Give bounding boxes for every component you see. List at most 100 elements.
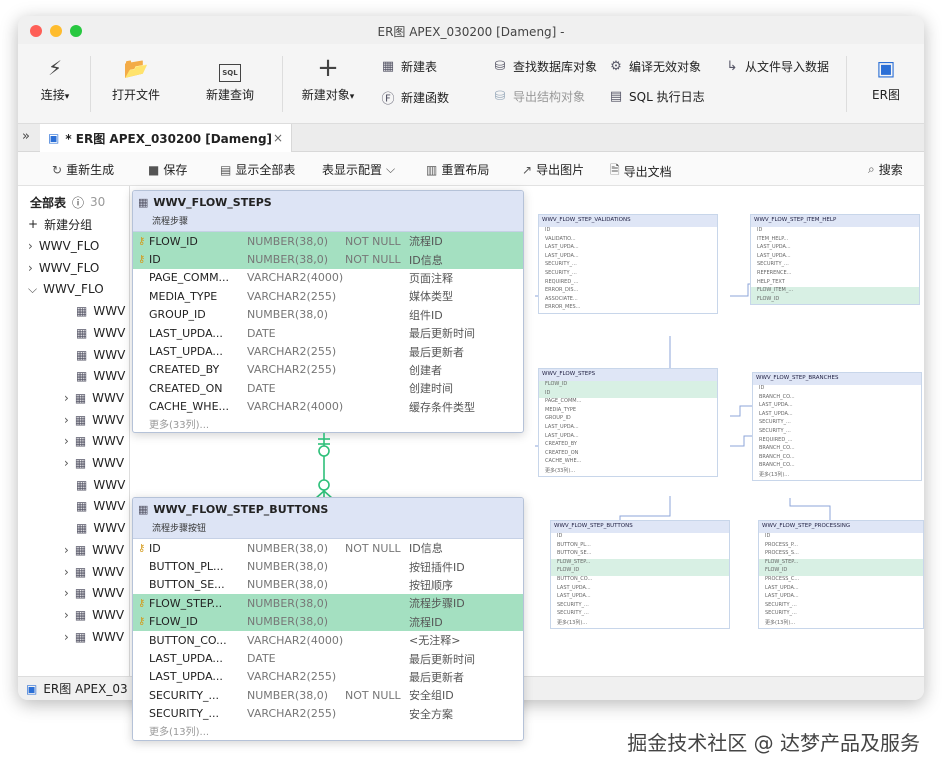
column-row[interactable]: LAST_UPDA... VARCHAR2(255) 最后更新者 xyxy=(133,668,523,686)
tables-icon: ▤ xyxy=(220,162,232,177)
sidebar-table-item[interactable]: › ▦ WWV xyxy=(64,583,124,603)
relation-connector xyxy=(314,433,334,499)
column-row[interactable]: LAST_UPDA... DATE 最后更新时间 xyxy=(133,649,523,667)
column-row[interactable]: ⚷ ID NUMBER(38,0) NOT NULL ID信息 xyxy=(133,250,523,269)
column-row[interactable]: BUTTON_PL... NUMBER(38,0) 按钮插件ID xyxy=(133,557,523,575)
column-row[interactable]: ⚷ FLOW_STEP... NUMBER(38,0) 流程步骤ID xyxy=(133,594,523,613)
expand-panel-icon[interactable]: » xyxy=(22,129,30,144)
mini-column-row: SECURITY_... xyxy=(545,261,577,268)
er-diagram-button[interactable]: ▣ ER图 xyxy=(864,56,908,103)
sidebar-table-item[interactable]: ▦ WWV xyxy=(64,366,125,386)
tab-label: * ER图 APEX_030200 [Dameng] xyxy=(65,131,273,146)
sidebar-table-item[interactable]: › ▦ WWV xyxy=(64,605,124,625)
chevron-down-icon: ⌵ xyxy=(28,281,38,296)
sidebar-table-item[interactable]: › ▦ WWV xyxy=(64,627,124,647)
column-row[interactable]: LAST_UPDA... DATE 最后更新时间 xyxy=(133,324,523,342)
column-row[interactable]: CACHE_WHE... VARCHAR2(4000) 缓存条件类型 xyxy=(133,398,523,416)
sidebar-table-item[interactable]: ▦ WWV xyxy=(64,475,125,495)
key-icon: ⚷ xyxy=(138,235,146,247)
mini-column-row: 更多(33列)... xyxy=(545,467,576,474)
column-row[interactable]: PAGE_COMM... VARCHAR2(4000) 页面注释 xyxy=(133,269,523,287)
mini-column-row: ID xyxy=(757,227,763,233)
mini-table-card[interactable]: WWV_FLOW_STEP_BUTTONS ID BUTTON_PL... BUTTO… xyxy=(550,520,730,629)
mini-column-row: GROUP_ID xyxy=(545,415,571,422)
sidebar-group[interactable]: › WWV_FLO xyxy=(28,258,99,278)
table-card-flow-step-buttons[interactable]: ▦ WWV_FLOW_STEP_BUTTONS 流程步骤按钮 ⚷ ID NUMBER(… xyxy=(132,497,524,741)
title-bar: ER图 APEX_030200 [Dameng] - xyxy=(18,16,924,44)
table-icon: ▦ xyxy=(74,586,87,601)
column-name: SECURITY_... xyxy=(149,688,219,702)
sidebar-table-item[interactable]: › ▦ WWV xyxy=(64,453,124,473)
sidebar-table-item[interactable]: › ▦ WWV xyxy=(64,388,124,408)
column-row[interactable]: ⚷ FLOW_ID NUMBER(38,0) 流程ID xyxy=(133,612,523,631)
open-file-button[interactable]: 📂 打开文件 xyxy=(108,56,164,103)
table-card-flow-steps[interactable]: ▦ WWV_FLOW_STEPS 流程步骤 ⚷ FLOW_ID NUMBER(38,0… xyxy=(132,190,524,433)
column-type: NUMBER(38,0) xyxy=(247,308,328,322)
export-image-icon: ↗ xyxy=(522,162,533,177)
column-row[interactable]: SECURITY_... NUMBER(38,0) NOT NULL 安全组ID xyxy=(133,686,523,704)
export-image-button[interactable]: ↗ 导出图片 xyxy=(522,161,584,178)
column-row[interactable]: SECURITY_... VARCHAR2(255) 安全方案 xyxy=(133,705,523,723)
close-tab-icon[interactable]: × xyxy=(273,131,283,145)
search-button[interactable]: ⌕ 搜索 xyxy=(868,161,903,178)
sidebar-table-item[interactable]: ▦ WWV xyxy=(64,323,125,343)
column-type: VARCHAR2(255) xyxy=(247,670,337,684)
mini-column-row: SECURITY_... xyxy=(759,419,791,426)
save-button[interactable]: ■ 保存 xyxy=(148,161,187,178)
new-function-button[interactable]: Ⓕ 新建函数 xyxy=(380,88,449,107)
new-table-button[interactable]: ▦ 新建表 xyxy=(380,58,437,75)
column-row[interactable]: ⚷ FLOW_ID NUMBER(38,0) NOT NULL 流程ID xyxy=(133,232,523,251)
column-row[interactable]: BUTTON_SE... NUMBER(38,0) 按钮顺序 xyxy=(133,576,523,594)
column-row[interactable]: CREATED_ON DATE 创建时间 xyxy=(133,379,523,397)
connect-button[interactable]: ⚡ 连接▾ xyxy=(32,56,78,103)
database-search-icon: ⛁ xyxy=(494,59,506,74)
relayout-button[interactable]: ▥ 重置布局 xyxy=(426,161,489,178)
column-comment: 按钮顺序 xyxy=(409,578,453,592)
compile-invalid-button[interactable]: ⚙ 编译无效对象 xyxy=(608,58,701,75)
sidebar-table-item[interactable]: ▦ WWV xyxy=(64,518,125,538)
sidebar-table-item[interactable]: ▦ WWV xyxy=(64,496,125,516)
column-type: NUMBER(38,0) xyxy=(247,688,328,702)
column-row[interactable]: GROUP_ID NUMBER(38,0) 组件ID xyxy=(133,306,523,324)
more-columns-link[interactable]: 更多(13列)... xyxy=(133,723,523,739)
tab-er-diagram[interactable]: ▣ * ER图 APEX_030200 [Dameng] × xyxy=(40,124,292,152)
column-null: NOT NULL xyxy=(345,234,401,248)
column-comment: <无注释> xyxy=(409,634,461,648)
mini-column-row: 更多(13列)... xyxy=(765,619,796,626)
mini-table-card[interactable]: WWV_FLOW_STEP_VALIDATIONS ID VALIDATIO... L… xyxy=(538,214,718,314)
new-group-button[interactable]: + 新建分组 xyxy=(28,214,92,234)
sidebar-table-item[interactable]: › ▦ WWV xyxy=(64,410,124,430)
sidebar-table-item[interactable]: ▦ WWV xyxy=(64,301,125,321)
chevron-right-icon: › xyxy=(64,607,69,622)
sidebar-group[interactable]: › WWV_FLO xyxy=(28,236,99,256)
function-icon: Ⓕ xyxy=(381,92,395,107)
sidebar-table-item[interactable]: › ▦ WWV xyxy=(64,562,124,582)
sidebar-table-item[interactable]: › ▦ WWV xyxy=(64,540,124,560)
sql-log-button[interactable]: ▤ SQL 执行日志 xyxy=(608,88,705,105)
sidebar-group[interactable]: ⌵ WWV_FLO xyxy=(28,279,104,299)
import-from-file-button[interactable]: ↳ 从文件导入数据 xyxy=(724,58,829,75)
show-all-tables-button[interactable]: ▤ 显示全部表 xyxy=(220,161,295,178)
mini-table-card[interactable]: WWV_FLOW_STEP_ITEM_HELP ID ITEM_HELP... LAS… xyxy=(750,214,920,306)
column-row[interactable]: ⚷ ID NUMBER(38,0) NOT NULL ID信息 xyxy=(133,539,523,557)
more-columns-link[interactable]: 更多(33列)... xyxy=(133,416,523,432)
export-structure-button[interactable]: ⛁ 导出结构对象 xyxy=(492,88,585,105)
mini-column-row: BRANCH_CO... xyxy=(759,462,795,469)
find-db-object-button[interactable]: ⛁ 查找数据库对象 xyxy=(492,58,597,75)
table-icon: ▦ xyxy=(76,521,88,536)
column-row[interactable]: BUTTON_CO... VARCHAR2(4000) <无注释> xyxy=(133,631,523,649)
new-object-button[interactable]: + 新建对象▾ xyxy=(296,55,360,103)
sidebar-table-item[interactable]: › ▦ WWV xyxy=(64,431,124,451)
new-query-button[interactable]: SQL 新建查询 xyxy=(202,56,258,103)
export-doc-button[interactable]: 🗎 导出文档 xyxy=(610,161,672,182)
regenerate-button[interactable]: ↻ 重新生成 xyxy=(52,161,114,178)
sidebar-table-item[interactable]: ▦ WWV xyxy=(64,345,125,365)
mini-table-card[interactable]: WWV_FLOW_STEP_BRANCHES ID BRANCH_CO... LAST… xyxy=(752,372,922,481)
column-row[interactable]: MEDIA_TYPE VARCHAR2(255) 媒体类型 xyxy=(133,287,523,305)
column-row[interactable]: CREATED_BY VARCHAR2(255) 创建者 xyxy=(133,361,523,379)
column-row[interactable]: LAST_UPDA... VARCHAR2(255) 最后更新者 xyxy=(133,342,523,360)
table-display-config-dropdown[interactable]: 表显示配置 ⌵ xyxy=(322,161,395,178)
mini-table-card[interactable]: WWV_FLOW_STEP_PROCESSING ID PROCESS_P... PR… xyxy=(758,520,924,629)
mini-column-row: ID xyxy=(545,227,551,233)
mini-table-card[interactable]: WWV_FLOW_STEPS FLOW_ID ID PAGE_COMM... MEDIA… xyxy=(538,368,718,477)
